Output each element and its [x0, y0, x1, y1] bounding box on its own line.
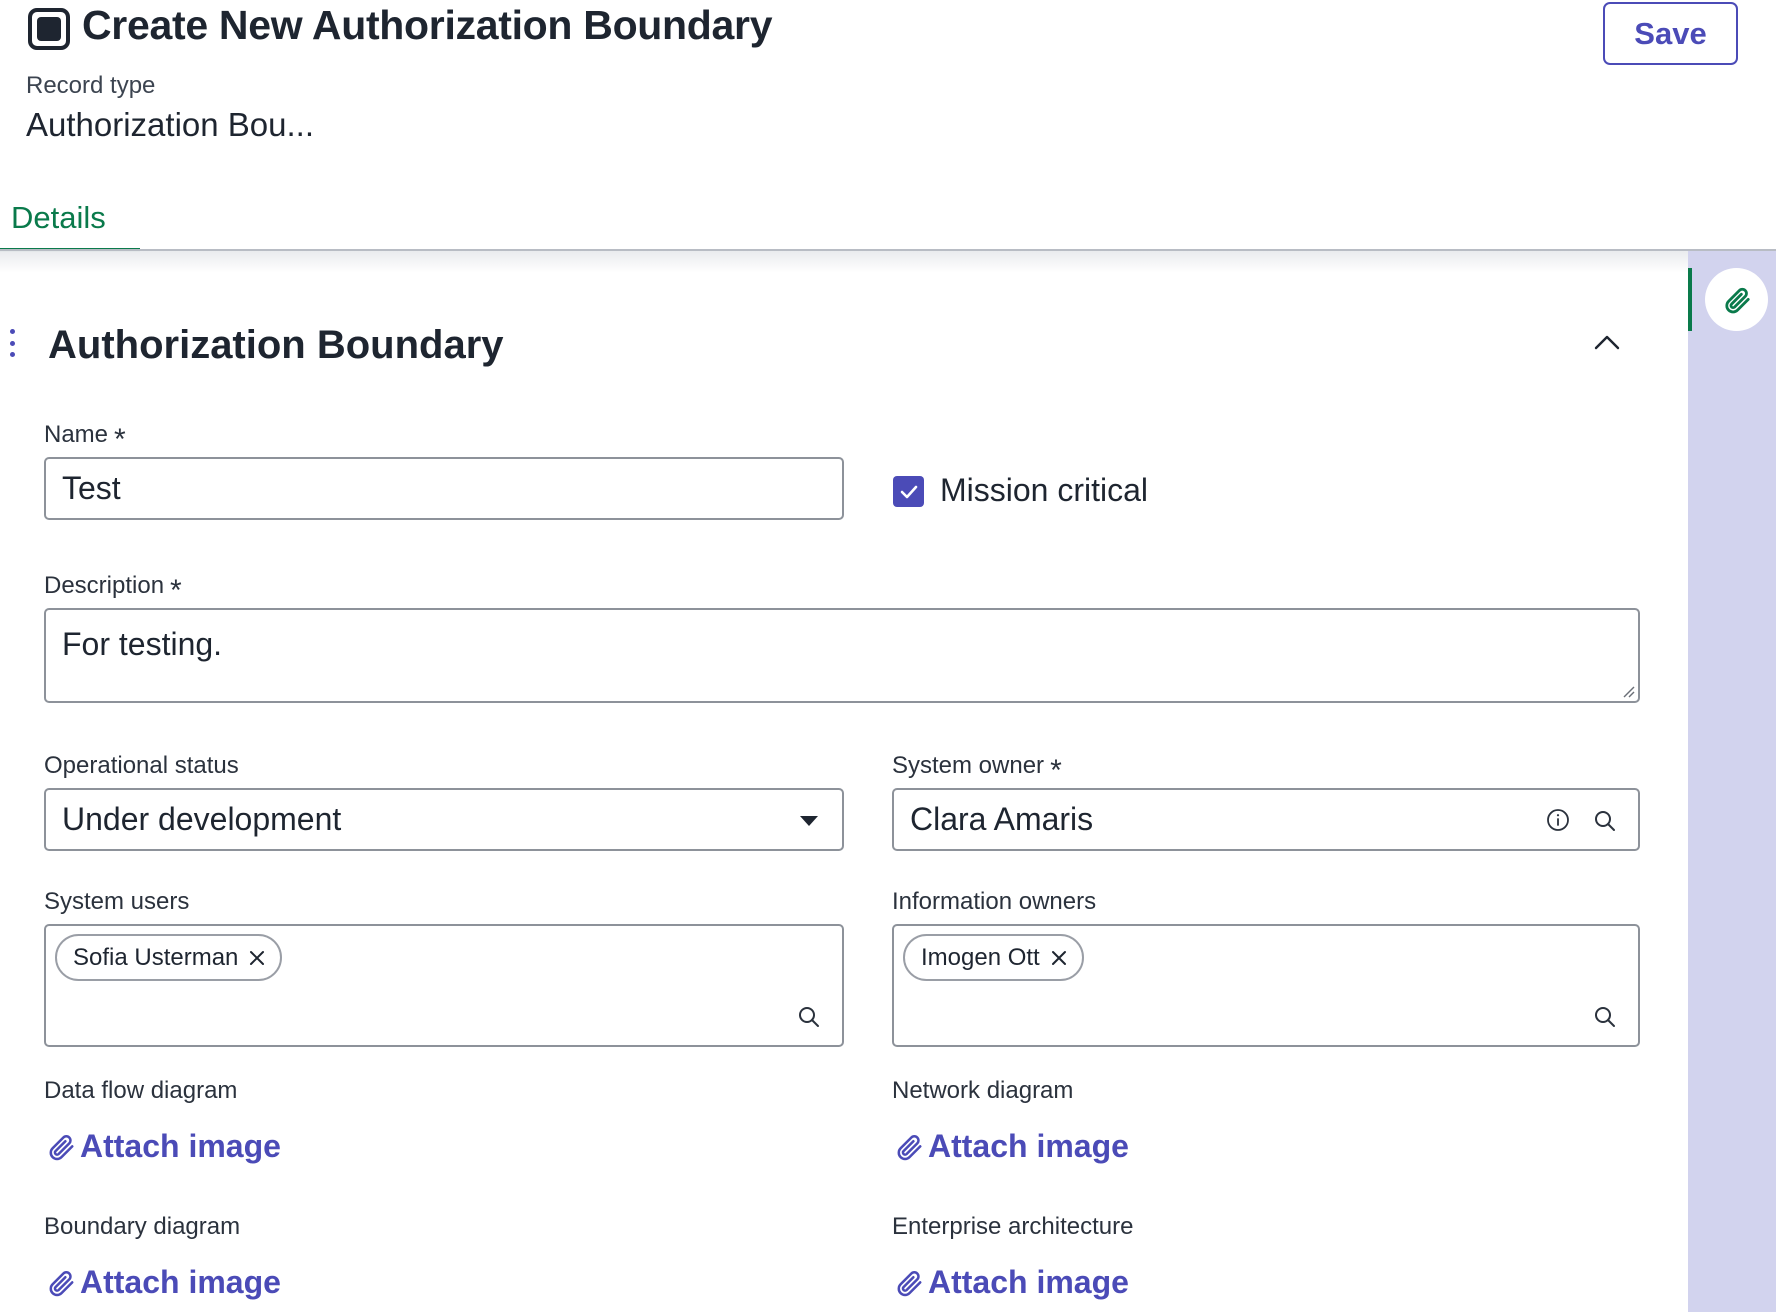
name-input[interactable]: Test: [44, 457, 844, 520]
system-users-multiselect[interactable]: Sofia Usterman: [44, 924, 844, 1047]
paperclip-icon: [49, 1270, 74, 1296]
user-chip-label: Sofia Usterman: [73, 943, 239, 971]
search-icon[interactable]: [796, 1004, 822, 1030]
attach-image-label: Attach image: [80, 1264, 281, 1300]
description-label-text: Description: [44, 572, 165, 599]
name-label-text: Name: [44, 421, 109, 448]
section-title: Authorization Boundary: [48, 323, 504, 367]
operational-status-label: Operational status: [44, 752, 239, 779]
required-asterisk: *: [170, 574, 182, 607]
system-users-label: System users: [44, 888, 190, 915]
search-icon[interactable]: [1592, 1004, 1618, 1030]
record-type-value: Authorization Bou...: [26, 106, 315, 143]
attach-image-label: Attach image: [80, 1128, 281, 1164]
network-attach-image-link[interactable]: Attach image: [894, 1128, 1129, 1165]
page-title: Create New Authorization Boundary: [82, 2, 773, 48]
chevron-up-icon: [1594, 335, 1620, 350]
close-icon[interactable]: [248, 949, 266, 967]
description-textarea[interactable]: For testing.: [44, 608, 1640, 703]
checkmark-icon: [900, 485, 917, 498]
system-owner-label: System owner *: [892, 752, 1062, 787]
data-flow-attach-image-link[interactable]: Attach image: [46, 1128, 281, 1165]
paperclip-icon: [897, 1270, 922, 1296]
information-owners-multiselect[interactable]: Imogen Ott: [892, 924, 1640, 1047]
collapse-section-button[interactable]: [1590, 328, 1624, 356]
name-label: Name *: [44, 421, 126, 456]
paperclip-icon: [1724, 287, 1750, 313]
caret-down-icon: [800, 816, 818, 826]
name-input-value: Test: [62, 470, 121, 506]
tab-shadow: [0, 251, 1688, 273]
boundary-attach-image-link[interactable]: Attach image: [46, 1264, 281, 1301]
close-icon[interactable]: [1050, 949, 1068, 967]
required-asterisk: *: [114, 423, 126, 456]
mission-critical-label[interactable]: Mission critical: [940, 472, 1148, 509]
search-icon[interactable]: [1592, 808, 1618, 834]
record-type-label: Record type: [26, 72, 156, 99]
description-value: For testing.: [62, 626, 223, 662]
enterprise-attach-image-link[interactable]: Attach image: [894, 1264, 1129, 1301]
system-owner-lookup[interactable]: Clara Amaris: [892, 788, 1640, 851]
operational-status-value: Under development: [62, 801, 342, 837]
resize-grip-icon[interactable]: [1621, 684, 1635, 698]
record-icon: [28, 8, 70, 50]
tab-details[interactable]: Details: [0, 196, 140, 252]
mission-critical-checkbox[interactable]: [893, 476, 924, 507]
network-diagram-label: Network diagram: [892, 1077, 1074, 1104]
attach-image-label: Attach image: [928, 1264, 1129, 1300]
required-asterisk: *: [1050, 754, 1062, 787]
save-button[interactable]: Save: [1603, 2, 1738, 65]
description-label: Description *: [44, 572, 182, 607]
data-flow-diagram-label: Data flow diagram: [44, 1077, 238, 1104]
attachments-rail-button[interactable]: [1705, 268, 1768, 331]
user-chip: Imogen Ott: [903, 934, 1084, 981]
user-chip-label: Imogen Ott: [921, 943, 1040, 971]
rail-active-indicator: [1688, 268, 1692, 331]
boundary-diagram-label: Boundary diagram: [44, 1213, 241, 1240]
enterprise-architecture-label: Enterprise architecture: [892, 1213, 1134, 1240]
page-header: Create New Authorization Boundary Record…: [0, 0, 1776, 252]
drag-handle-icon[interactable]: [8, 329, 16, 357]
information-owners-label: Information owners: [892, 888, 1097, 915]
right-rail: [1688, 251, 1776, 1312]
paperclip-icon: [49, 1134, 74, 1160]
user-chip: Sofia Usterman: [55, 934, 283, 981]
info-icon[interactable]: [1545, 807, 1571, 833]
operational-status-select[interactable]: Under development: [44, 788, 844, 851]
attach-image-label: Attach image: [928, 1128, 1129, 1164]
system-owner-label-text: System owner: [892, 752, 1045, 779]
system-owner-value: Clara Amaris: [910, 801, 1094, 837]
tab-details-label: Details: [11, 200, 106, 235]
paperclip-icon: [897, 1134, 922, 1160]
